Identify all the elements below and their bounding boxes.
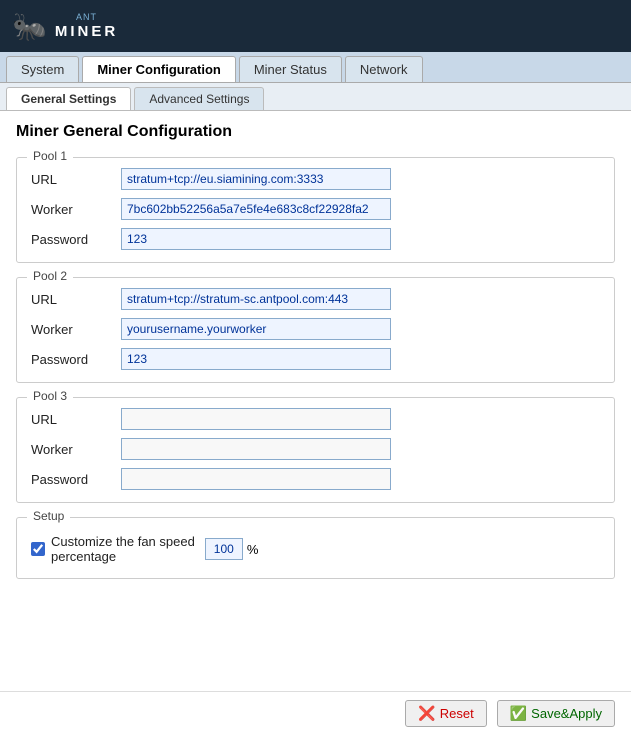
fan-speed-checkbox[interactable] <box>31 542 45 556</box>
reset-button[interactable]: ❌ Reset <box>405 700 486 727</box>
pool-3-legend: Pool 3 <box>27 389 73 403</box>
header: 🐜 ANT MINER <box>0 0 631 52</box>
pool-2-password-label: Password <box>31 352 121 367</box>
fan-speed-label: Customize the fan speedpercentage <box>51 534 195 564</box>
pool-1-section: Pool 1 URL Worker Password <box>16 157 615 263</box>
pool-1-worker-label: Worker <box>31 202 121 217</box>
footer: ❌ Reset ✅ Save&Apply <box>0 691 631 735</box>
tab-general-settings[interactable]: General Settings <box>6 87 131 110</box>
pool-3-worker-input[interactable] <box>121 438 391 460</box>
setup-legend: Setup <box>27 509 70 523</box>
pool-2-worker-row: Worker <box>31 318 600 340</box>
percent-label: % <box>247 542 259 557</box>
tab-miner-status[interactable]: Miner Status <box>239 56 342 82</box>
pool-2-worker-label: Worker <box>31 322 121 337</box>
pool-2-password-row: Password <box>31 348 600 370</box>
pool-2-url-row: URL <box>31 288 600 310</box>
main-tab-bar: System Miner Configuration Miner Status … <box>0 52 631 83</box>
pool-1-url-input[interactable] <box>121 168 391 190</box>
apply-label: Save&Apply <box>531 706 602 721</box>
pool-3-worker-label: Worker <box>31 442 121 457</box>
pool-3-url-input[interactable] <box>121 408 391 430</box>
pool-2-password-input[interactable] <box>121 348 391 370</box>
pool-3-password-input[interactable] <box>121 468 391 490</box>
pool-3-password-row: Password <box>31 468 600 490</box>
sub-tab-bar: General Settings Advanced Settings <box>0 83 631 111</box>
pool-1-legend: Pool 1 <box>27 149 73 163</box>
setup-section: Setup Customize the fan speedpercentage … <box>16 517 615 579</box>
pool-3-worker-row: Worker <box>31 438 600 460</box>
pool-3-url-row: URL <box>31 408 600 430</box>
pool-3-section: Pool 3 URL Worker Password <box>16 397 615 503</box>
reset-icon: ❌ <box>418 705 435 722</box>
pool-1-password-input[interactable] <box>121 228 391 250</box>
pool-1-password-label: Password <box>31 232 121 247</box>
save-apply-button[interactable]: ✅ Save&Apply <box>497 700 615 727</box>
pool-3-url-label: URL <box>31 412 121 427</box>
apply-icon: ✅ <box>510 705 527 722</box>
pool-2-url-input[interactable] <box>121 288 391 310</box>
pool-1-password-row: Password <box>31 228 600 250</box>
pool-1-url-label: URL <box>31 172 121 187</box>
pool-1-url-row: URL <box>31 168 600 190</box>
pool-1-worker-row: Worker <box>31 198 600 220</box>
fan-speed-row: Customize the fan speedpercentage % <box>31 534 600 564</box>
content-area: Miner General Configuration Pool 1 URL W… <box>0 111 631 691</box>
logo-area: 🐜 ANT MINER <box>12 10 118 43</box>
tab-miner-configuration[interactable]: Miner Configuration <box>82 56 236 82</box>
pool-2-worker-input[interactable] <box>121 318 391 340</box>
tab-advanced-settings[interactable]: Advanced Settings <box>134 87 264 110</box>
page-title: Miner General Configuration <box>16 123 615 141</box>
pool-2-legend: Pool 2 <box>27 269 73 283</box>
pool-2-section: Pool 2 URL Worker Password <box>16 277 615 383</box>
pool-2-url-label: URL <box>31 292 121 307</box>
antminer-logo-icon: 🐜 <box>12 10 47 43</box>
ant-label: ANT <box>76 12 97 22</box>
reset-label: Reset <box>440 706 474 721</box>
tab-system[interactable]: System <box>6 56 79 82</box>
pool-3-password-label: Password <box>31 472 121 487</box>
miner-label: MINER <box>55 23 118 40</box>
tab-network[interactable]: Network <box>345 56 423 82</box>
fan-speed-input[interactable] <box>205 538 243 560</box>
pool-1-worker-input[interactable] <box>121 198 391 220</box>
logo-text-area: ANT MINER <box>55 12 118 40</box>
